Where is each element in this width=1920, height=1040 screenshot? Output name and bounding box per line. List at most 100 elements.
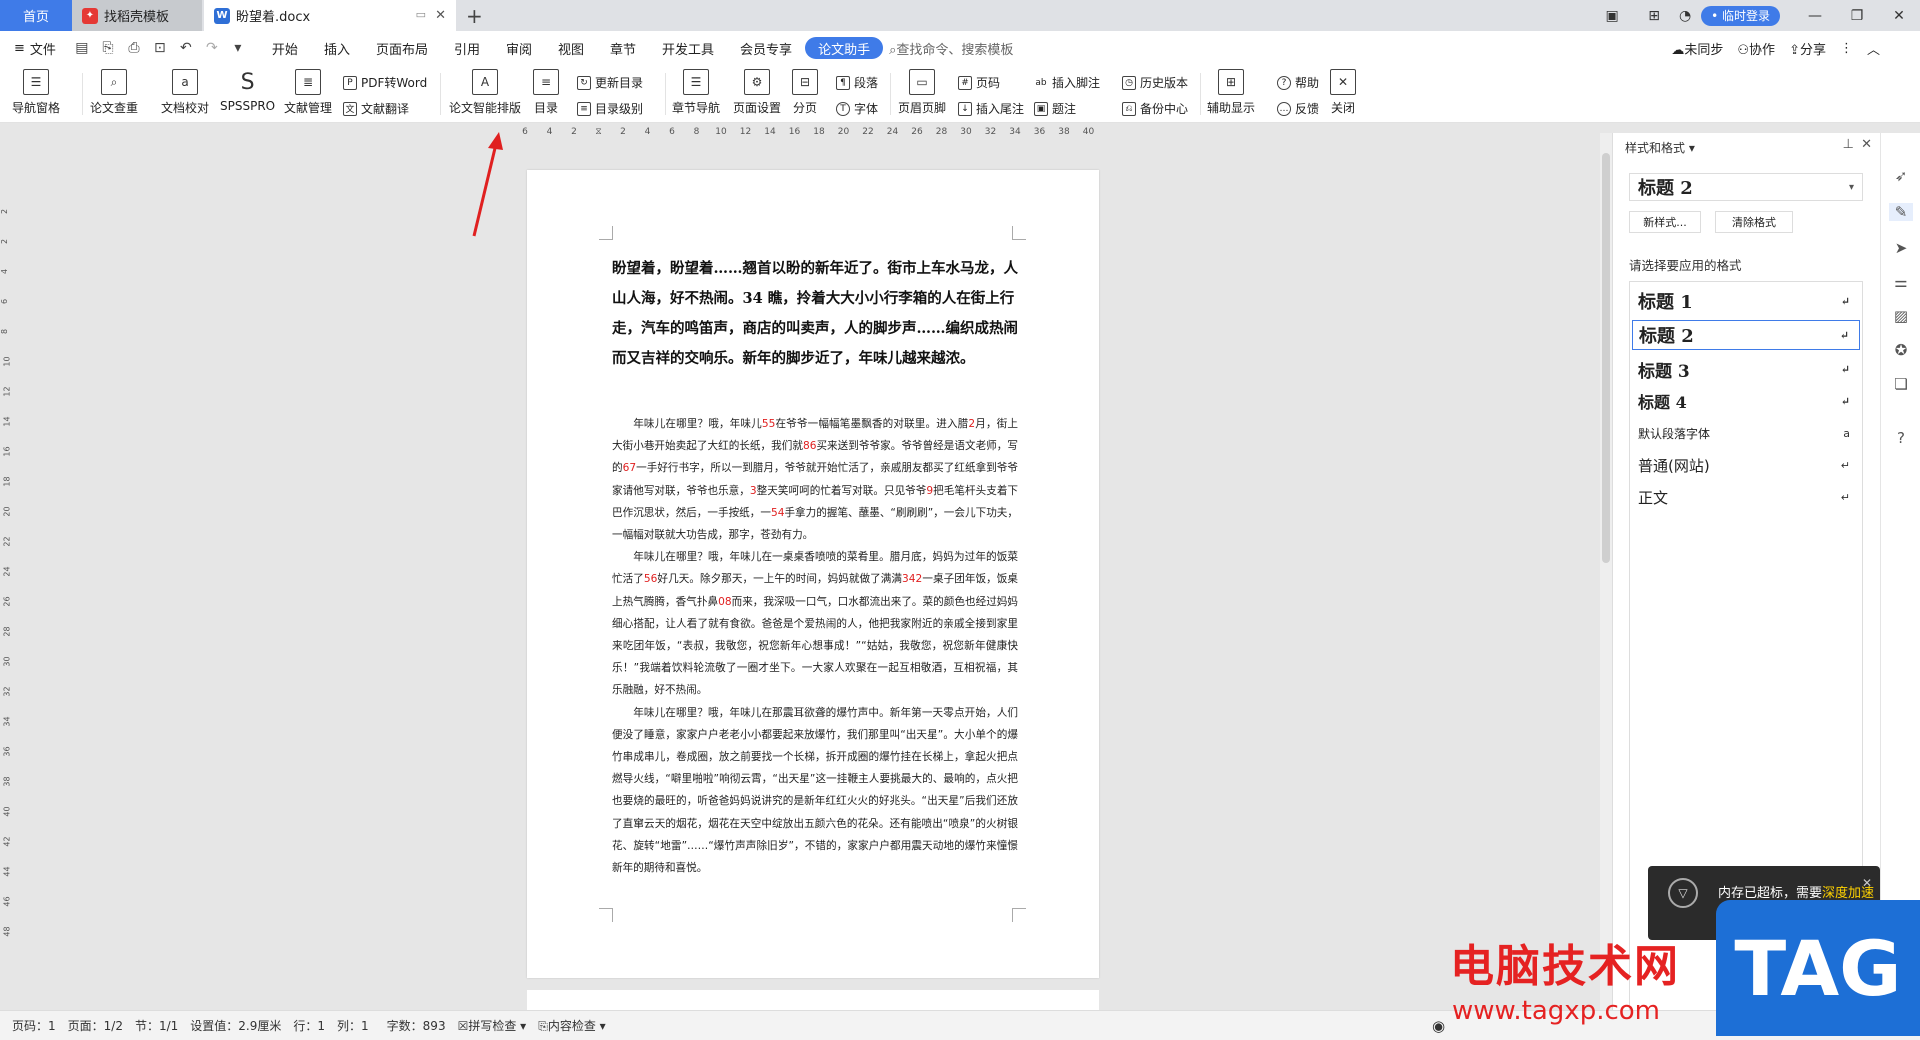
toc-button[interactable]: ≡ 目录 xyxy=(533,69,559,116)
style-heading-3[interactable]: 标题 3 ↵ xyxy=(1632,354,1860,384)
section-nav-button[interactable]: ☰ 章节导航 xyxy=(672,69,720,116)
file-menu[interactable]: ≡ 文件 xyxy=(0,37,69,59)
tab-document[interactable]: W 盼望着.docx ▭ ✕ xyxy=(204,0,456,31)
close-tab-button[interactable]: ✕ 关闭 xyxy=(1330,69,1356,116)
style-default-font[interactable]: 默认段落字体 a xyxy=(1632,418,1860,448)
export-pdf-icon[interactable]: ⎘ xyxy=(95,40,121,56)
document-body[interactable]: 年味儿在哪里？哦，年味儿55在爷爷一幅幅笔墨飘香的对联里。进入腊2月，街上大街小… xyxy=(612,413,1018,879)
share-button[interactable]: ⇪分享 xyxy=(1789,39,1826,58)
page-setup-button[interactable]: ⚙ 页面设置 xyxy=(733,69,781,116)
history-button[interactable]: ◷ 历史版本 xyxy=(1122,74,1188,91)
document-heading[interactable]: 盼望着，盼望着……翘首以盼的新年近了。街市上车水马龙，人山人海，好不热闹。34 … xyxy=(612,254,1018,374)
style-heading-1[interactable]: 标题 1 ↵ xyxy=(1632,286,1860,316)
nav-pane-button[interactable]: ☰ 导航窗格 xyxy=(12,69,60,116)
more-icon[interactable]: ⋮ xyxy=(1840,41,1853,56)
sync-button[interactable]: ☁未同步 xyxy=(1671,39,1723,58)
status-col[interactable]: 列：1 xyxy=(337,1017,369,1034)
tab-home[interactable]: 首页 xyxy=(0,0,72,31)
menu-dev-tools[interactable]: 开发工具 xyxy=(649,37,727,59)
command-search[interactable]: ⌕查找命令、搜索模板 xyxy=(889,39,1013,58)
font-button[interactable]: T 字体 xyxy=(836,100,878,117)
avatar[interactable]: ◔ xyxy=(1675,8,1695,24)
status-row[interactable]: 行：1 xyxy=(293,1017,325,1034)
compass-icon[interactable]: ✪ xyxy=(1892,341,1910,359)
book-icon[interactable]: ❏ xyxy=(1892,375,1910,393)
print-preview-icon[interactable]: ⊡ xyxy=(147,40,173,56)
help-circle-icon[interactable]: ? xyxy=(1892,429,1910,447)
document-page[interactable]: 盼望着，盼望着……翘首以盼的新年近了。街市上车水马龙，人山人海，好不热闹。34 … xyxy=(527,170,1099,978)
feedback-button[interactable]: … 反馈 xyxy=(1277,100,1319,117)
page-break-button[interactable]: ⊟ 分页 xyxy=(792,69,818,116)
collab-button[interactable]: ⚇协作 xyxy=(1737,39,1775,58)
style-body[interactable]: 正文 ↵ xyxy=(1632,482,1860,512)
status-pages[interactable]: 页面：1/2 xyxy=(68,1017,123,1034)
menu-member[interactable]: 会员专享 xyxy=(727,37,805,59)
menu-paper-assistant[interactable]: 论文助手 xyxy=(805,37,884,59)
minimize-icon[interactable]: — xyxy=(1794,8,1836,24)
sliders-icon[interactable]: ⚌ xyxy=(1892,273,1910,291)
update-toc-button[interactable]: ↻ 更新目录 xyxy=(577,74,643,91)
content-check-button[interactable]: ⎘内容检查 ▾ xyxy=(538,1017,605,1034)
insert-endnote-button[interactable]: ↓ 插入尾注 xyxy=(958,100,1024,117)
paragraph[interactable]: 年味儿在哪里？哦，年味儿在一桌桌香喷喷的菜肴里。腊月底，妈妈为过年的饭菜忙活了5… xyxy=(612,546,1018,701)
panel-title[interactable]: 样式和格式 ▾ xyxy=(1625,139,1695,156)
paragraph[interactable]: 年味儿在哪里？哦，年味儿在那震耳欲聋的爆竹声中。新年第一天零点开始，人们便没了睡… xyxy=(612,702,1018,880)
style-normal-web[interactable]: 普通(网站) ↵ xyxy=(1632,450,1860,480)
close-panel-icon[interactable]: ✕ xyxy=(1861,137,1872,152)
help-button[interactable]: ? 帮助 xyxy=(1277,74,1319,91)
tab-template[interactable]: ✦ 找稻壳模板 xyxy=(72,0,202,31)
spsspro-button[interactable]: S SPSSPRO xyxy=(220,69,275,114)
style-heading-4[interactable]: 标题 4 ↵ xyxy=(1632,386,1860,416)
redo-icon[interactable]: ↷ xyxy=(199,40,225,56)
pin-panel-icon[interactable]: ⊥ xyxy=(1843,137,1854,152)
menu-review[interactable]: 审阅 xyxy=(493,37,545,59)
doc-proof-button[interactable]: a 文档校对 xyxy=(161,69,209,116)
layout-icon[interactable]: ▣ xyxy=(1591,8,1633,24)
ref-translate-button[interactable]: 文文献翻译 xyxy=(343,100,409,117)
save-icon[interactable]: ▤ xyxy=(69,40,95,56)
ref-manage-button[interactable]: ≣ 文献管理 xyxy=(284,69,332,116)
close-window-icon[interactable]: ✕ xyxy=(1878,8,1920,24)
insert-footnote-button[interactable]: ab 插入脚注 xyxy=(1034,74,1100,91)
close-tab-icon[interactable]: ✕ xyxy=(435,8,446,23)
restore-icon[interactable]: ❐ xyxy=(1836,8,1878,24)
pdf-to-word-button[interactable]: P PDF转Word xyxy=(343,74,427,91)
menu-view[interactable]: 视图 xyxy=(545,37,597,59)
clear-format-button[interactable]: 清除格式 xyxy=(1715,211,1793,233)
pin-icon[interactable]: ▭ xyxy=(416,8,426,21)
login-button[interactable]: • 临时登录 xyxy=(1701,5,1780,26)
scrollbar-thumb[interactable] xyxy=(1602,153,1610,563)
collapse-ribbon-icon[interactable]: ︿ xyxy=(1867,39,1880,58)
pen-icon[interactable]: ✎ xyxy=(1889,203,1913,221)
header-footer-button[interactable]: ▭ 页眉页脚 xyxy=(898,69,946,116)
caption-button[interactable]: ▣ 题注 xyxy=(1034,100,1076,117)
status-setting[interactable]: 设置值：2.9厘米 xyxy=(190,1017,281,1034)
status-page-number[interactable]: 页码：1 xyxy=(12,1017,56,1034)
menu-chapter[interactable]: 章节 xyxy=(597,37,649,59)
undo-icon[interactable]: ↶ xyxy=(173,40,199,56)
status-section[interactable]: 节：1/1 xyxy=(135,1017,178,1034)
close-popup-icon[interactable]: ✕ xyxy=(1862,876,1872,890)
paragraph[interactable]: 年味儿在哪里？哦，年味儿55在爷爷一幅幅笔墨飘香的对联里。进入腊2月，街上大街小… xyxy=(612,413,1018,546)
document-page-2[interactable] xyxy=(527,990,1099,1010)
paper-check-button[interactable]: ⌕ 论文查重 xyxy=(90,69,138,116)
style-heading-2[interactable]: 标题 2 ↵ xyxy=(1632,320,1860,350)
backup-button[interactable]: ⎌ 备份中心 xyxy=(1122,100,1188,117)
new-style-button[interactable]: 新样式... xyxy=(1629,211,1701,233)
indent-marker[interactable]: ⧖ xyxy=(595,127,601,137)
image-icon[interactable]: ▨ xyxy=(1892,307,1910,325)
menu-insert[interactable]: 插入 xyxy=(311,37,363,59)
cursor-icon[interactable]: ➤ xyxy=(1892,239,1910,257)
rocket-icon[interactable]: ➶ xyxy=(1892,167,1910,185)
toc-level-button[interactable]: ≡ 目录级别 xyxy=(577,100,643,117)
quick-access-dropdown-icon[interactable]: ▾ xyxy=(225,40,251,56)
menu-start[interactable]: 开始 xyxy=(259,37,311,59)
aux-display-button[interactable]: ⊞ 辅助显示 xyxy=(1207,69,1255,116)
apps-grid-icon[interactable]: ⊞ xyxy=(1633,8,1675,24)
vertical-scrollbar[interactable] xyxy=(1600,133,1612,1010)
new-tab-button[interactable]: + xyxy=(460,0,490,31)
menu-page-layout[interactable]: 页面布局 xyxy=(363,37,441,59)
eye-protect-icon[interactable]: ◉ xyxy=(1432,1017,1445,1035)
paragraph-button[interactable]: ¶ 段落 xyxy=(836,74,878,91)
status-word-count[interactable]: 字数：893 xyxy=(387,1017,446,1034)
